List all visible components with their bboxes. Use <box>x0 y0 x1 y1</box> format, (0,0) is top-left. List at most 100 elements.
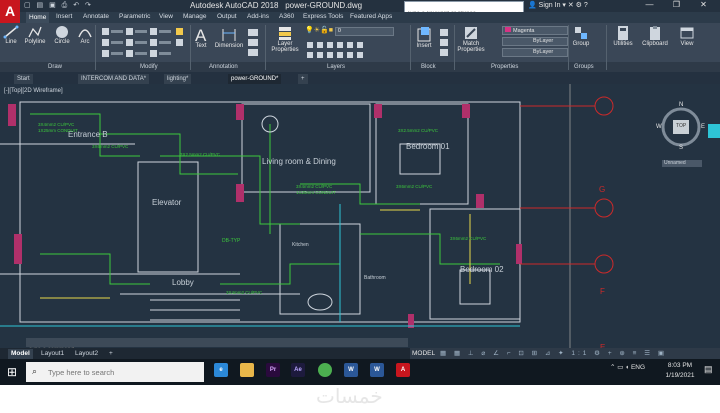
taskbar-search-input[interactable] <box>46 367 200 378</box>
tab-a360[interactable]: A360 <box>279 13 294 20</box>
autocad-app-icon[interactable]: A <box>396 363 410 377</box>
tab-layout1[interactable]: Layout1 <box>38 349 67 359</box>
viewcube-north-label: N <box>679 102 684 108</box>
lineweight-dropdown[interactable]: ByLayer <box>502 48 568 57</box>
minimize-icon[interactable]: — <box>636 0 663 9</box>
quick-access-toolbar[interactable]: ▢ ▤ ▣ ⎙ ↶ ↷ <box>24 1 93 10</box>
premiere-app-icon[interactable]: Pr <box>266 363 280 377</box>
tab-home[interactable]: Home <box>26 12 50 23</box>
dimension-button[interactable]: Dimension <box>213 25 245 49</box>
after-effects-app-icon[interactable]: Ae <box>291 363 305 377</box>
edge-app-icon[interactable]: e <box>214 363 228 377</box>
ribbon-tab-row: Home Insert Annotate Parametric View Man… <box>20 12 720 23</box>
linetype-dropdown[interactable]: ByLayer <box>502 37 568 46</box>
close-icon[interactable]: ✕ <box>690 0 717 9</box>
room-label: Lobby <box>172 278 194 287</box>
view-button[interactable]: View <box>676 25 698 47</box>
circle-icon <box>56 26 68 38</box>
chrome-app-icon[interactable] <box>318 363 332 377</box>
notification-icon[interactable]: ▤ <box>704 364 713 375</box>
doc-tab-power-ground[interactable]: power-GROUND* <box>228 74 282 84</box>
model-space-button[interactable]: MODEL <box>410 348 435 359</box>
ucs-dropdown[interactable]: Unnamed <box>662 160 702 167</box>
draw-panel-label[interactable]: Draw <box>48 64 62 70</box>
line-button[interactable]: Line <box>2 25 20 45</box>
layer-tools[interactable] <box>305 40 405 60</box>
add-layout-button[interactable]: + <box>106 349 116 359</box>
text-button[interactable]: A Text <box>193 25 209 49</box>
tab-view[interactable]: View <box>159 13 173 20</box>
block-tools[interactable] <box>438 27 452 59</box>
status-toggles[interactable]: ▦ ▦ ⊥ ⌀ ∠ ⌐ ⊡ ⊞ ⊿ ✦ 1:1 ⚙ + ⊕ ≡ ☰ ▣ <box>440 348 667 359</box>
clock[interactable]: 8:03 PM 1/19/2021 <box>660 361 700 381</box>
block-panel-label[interactable]: Block <box>421 64 436 70</box>
groups-panel-label[interactable]: Groups <box>574 64 594 70</box>
modify-panel-label[interactable]: Modify <box>140 64 158 70</box>
sign-in-link[interactable]: 👤 Sign In ▾ ✕ ⚙ ? <box>528 1 588 9</box>
viewcube-top-label[interactable]: TOP <box>676 123 686 129</box>
navigation-bar[interactable] <box>708 124 720 138</box>
layer-dropdown[interactable]: 0 <box>334 27 394 36</box>
insert-block-button[interactable]: Insert <box>412 25 436 49</box>
taskbar-search-box[interactable] <box>26 362 204 382</box>
command-line[interactable] <box>26 338 408 354</box>
tab-add-ins[interactable]: Add-ins <box>247 13 269 20</box>
layers-panel-label[interactable]: Layers <box>327 64 345 70</box>
arc-button[interactable]: Arc <box>76 25 94 45</box>
window-controls: — ❐ ✕ <box>636 0 720 12</box>
clipboard-label: Clipboard <box>642 41 668 47</box>
panel-divider <box>265 25 266 70</box>
tab-model[interactable]: Model <box>8 349 33 359</box>
doc-tab-lighting[interactable]: lighting* <box>164 74 192 84</box>
layer-properties-label: Layer Properties <box>271 41 299 53</box>
polyline-button[interactable]: Polyline <box>22 25 48 45</box>
layer-tools-icon <box>307 42 363 58</box>
utilities-button[interactable]: Utilities <box>610 25 636 47</box>
line-label: Line <box>5 39 17 45</box>
windows-start-icon[interactable]: ⊞ <box>0 359 24 385</box>
svg-text:A: A <box>195 26 207 43</box>
dimension-icon <box>222 29 236 41</box>
panel-divider <box>190 25 191 70</box>
tab-parametric[interactable]: Parametric <box>119 13 150 20</box>
properties-panel-label[interactable]: Properties <box>491 64 518 70</box>
new-tab-button[interactable]: + <box>298 74 308 84</box>
viewport-label[interactable]: [-][Top][2D Wireframe] <box>4 88 63 94</box>
tab-express-tools[interactable]: Express Tools <box>303 13 343 20</box>
layout-tabs: Model Layout1 Layout2 + <box>0 348 410 359</box>
calculator-icon <box>618 26 628 40</box>
tab-featured-apps[interactable]: Featured Apps <box>350 13 392 20</box>
layer-properties-button[interactable]: Layer Properties <box>268 25 302 53</box>
match-properties-button[interactable]: Match Properties <box>456 25 486 53</box>
autocad-logo-icon[interactable]: A <box>0 0 20 24</box>
viewcube-west-label: W <box>656 124 662 130</box>
group-button[interactable]: Group <box>570 25 592 47</box>
drawing-canvas[interactable]: [-][Top][2D Wireframe] Entrance B Living… <box>0 84 720 348</box>
circle-button[interactable]: Circle <box>51 25 73 45</box>
tab-annotate[interactable]: Annotate <box>83 13 109 20</box>
maximize-icon[interactable]: ❐ <box>663 0 690 9</box>
modify-tools[interactable] <box>100 26 190 60</box>
tab-insert[interactable]: Insert <box>56 13 72 20</box>
color-dropdown[interactable]: Magenta <box>502 26 568 35</box>
clipboard-button[interactable]: Clipboard <box>640 25 670 47</box>
tab-manage[interactable]: Manage <box>183 13 207 20</box>
doc-tab-start[interactable]: Start <box>14 74 33 84</box>
line-icon <box>3 25 19 39</box>
word-app-icon[interactable]: W <box>344 363 358 377</box>
tab-output[interactable]: Output <box>217 13 237 20</box>
layer-state-icons[interactable]: 💡☀🔓■ 0 <box>305 26 405 36</box>
annotation-tools-icon <box>248 29 258 56</box>
doc-tab-intercom[interactable]: INTERCOM AND DATA* <box>78 74 150 84</box>
annotation-panel-label[interactable]: Annotation <box>209 64 238 70</box>
file-explorer-icon[interactable] <box>240 363 254 377</box>
annotation-small-tools[interactable] <box>246 27 262 59</box>
dimension-label: Dimension <box>214 43 244 49</box>
cable-note: 3X6mm2 CU/PVC <box>92 144 129 149</box>
room-label: Bedroom 01 <box>406 142 450 151</box>
system-tray[interactable]: ⌃ ▭ ◖ ENG <box>610 363 645 371</box>
viewcube-south-label: S <box>679 145 684 151</box>
word-app-icon[interactable]: W <box>370 363 384 377</box>
viewcube[interactable]: TOP N S W E <box>656 102 706 152</box>
tab-layout2[interactable]: Layout2 <box>72 349 101 359</box>
